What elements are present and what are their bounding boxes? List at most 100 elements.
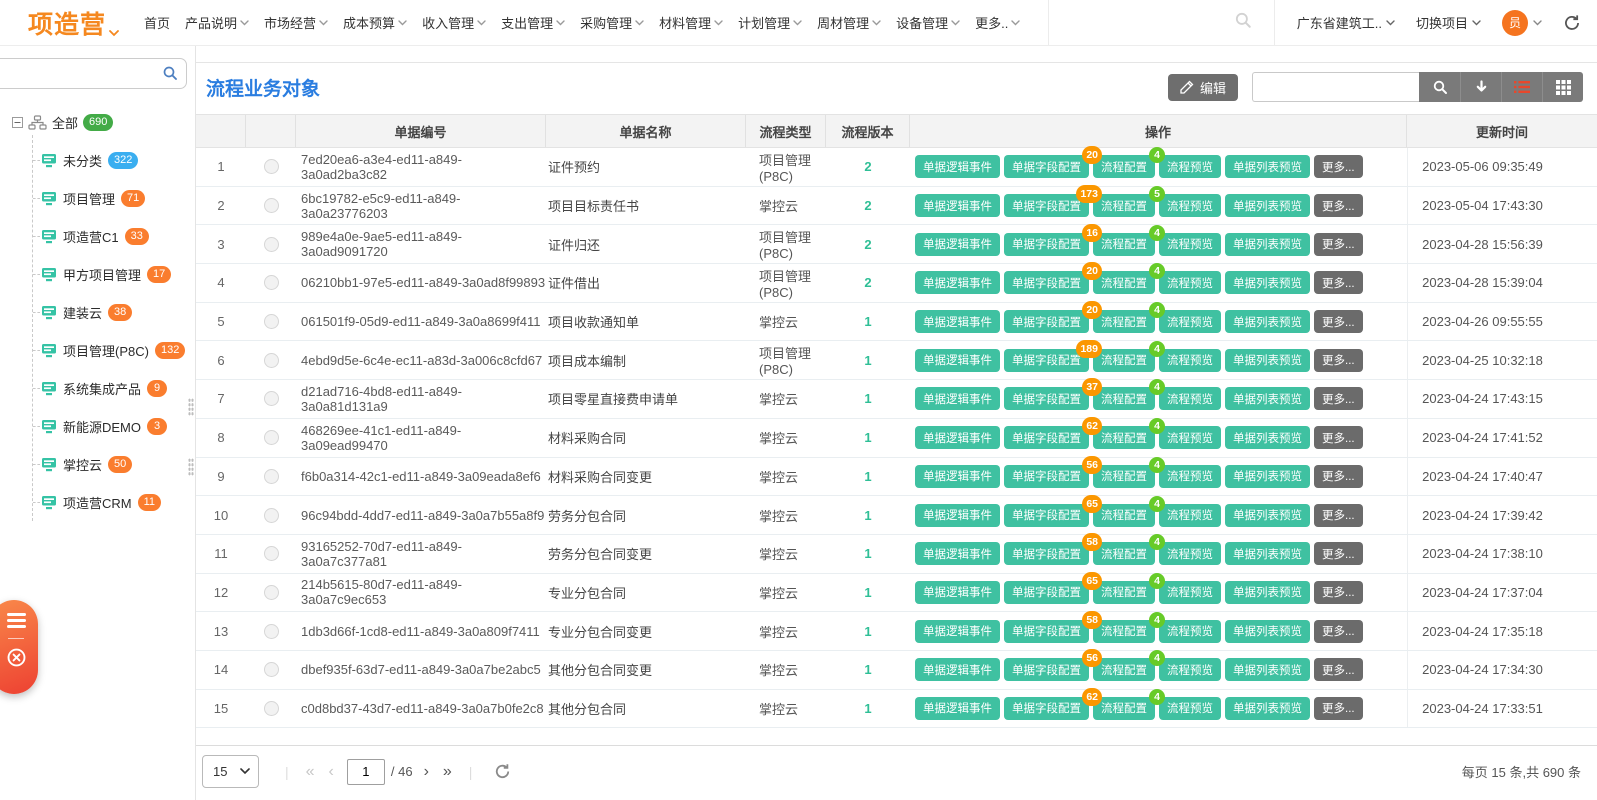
flow-config-button[interactable]: 流程配置 4: [1093, 418, 1165, 450]
user-menu[interactable]: 员: [1502, 9, 1542, 36]
row-select-radio[interactable]: [263, 700, 279, 716]
logic-event-button[interactable]: 单据逻辑事件: [915, 387, 1000, 411]
field-config-button[interactable]: 单据字段配置 56: [1004, 649, 1102, 682]
row-select-radio[interactable]: [263, 352, 279, 368]
menu-item[interactable]: 市场经营: [262, 9, 330, 36]
flow-config-button[interactable]: 流程配置 5: [1093, 186, 1165, 218]
edit-button[interactable]: 编辑: [1167, 73, 1238, 101]
field-config-button[interactable]: 单据字段配置 20: [1004, 301, 1102, 334]
refresh-icon[interactable]: [494, 763, 511, 780]
logic-event-button[interactable]: 单据逻辑事件: [915, 426, 1000, 450]
more-button[interactable]: 更多...: [1314, 232, 1363, 256]
logic-event-button[interactable]: 单据逻辑事件: [915, 155, 1000, 179]
menu-item[interactable]: 周材管理: [815, 9, 883, 36]
field-config-button[interactable]: 单据字段配置 37: [1004, 378, 1102, 411]
page-size-select[interactable]: 15: [202, 755, 259, 788]
field-config-button[interactable]: 单据字段配置 58: [1004, 533, 1102, 566]
menu-hamburger-icon[interactable]: [6, 613, 26, 631]
avatar[interactable]: 员: [1502, 9, 1528, 36]
search-icon[interactable]: [162, 65, 178, 86]
flow-config-button[interactable]: 流程配置 4: [1093, 147, 1165, 179]
logic-event-button[interactable]: 单据逻辑事件: [915, 232, 1000, 256]
row-select-radio[interactable]: [263, 236, 279, 252]
flow-preview-button[interactable]: 流程预览: [1159, 464, 1221, 488]
flow-config-button[interactable]: 流程配置 4: [1093, 572, 1165, 604]
list-preview-button[interactable]: 单据列表预览: [1225, 348, 1310, 372]
next-page-button[interactable]: ›: [417, 763, 436, 781]
sidebar-resize-grip[interactable]: [188, 398, 194, 416]
logic-event-button[interactable]: 单据逻辑事件: [915, 542, 1000, 566]
row-select-radio[interactable]: [263, 584, 279, 600]
download-button[interactable]: [1460, 72, 1501, 102]
tree-node-category[interactable]: 建装云 38: [33, 293, 195, 331]
current-page-input[interactable]: [346, 758, 385, 785]
field-config-button[interactable]: 单据字段配置 173: [1004, 185, 1102, 218]
more-button[interactable]: 更多...: [1314, 194, 1363, 218]
tree-expander-icon[interactable]: [12, 116, 23, 128]
field-config-button[interactable]: 单据字段配置 16: [1004, 223, 1102, 256]
prev-page-button[interactable]: ‹: [322, 763, 341, 781]
logic-event-button[interactable]: 单据逻辑事件: [915, 619, 1000, 643]
list-view-button[interactable]: [1501, 72, 1542, 102]
logic-event-button[interactable]: 单据逻辑事件: [915, 348, 1000, 372]
tree-node-category[interactable]: 甲方项目管理 17: [33, 255, 195, 293]
more-button[interactable]: 更多...: [1314, 348, 1363, 372]
flow-config-button[interactable]: 流程配置 4: [1093, 263, 1165, 295]
flow-config-button[interactable]: 流程配置 4: [1093, 688, 1165, 720]
flow-preview-button[interactable]: 流程预览: [1159, 426, 1221, 450]
logic-event-button[interactable]: 单据逻辑事件: [915, 310, 1000, 334]
list-preview-button[interactable]: 单据列表预览: [1225, 194, 1310, 218]
row-select-radio[interactable]: [263, 314, 279, 330]
flow-preview-button[interactable]: 流程预览: [1159, 155, 1221, 179]
flow-config-button[interactable]: 流程配置 4: [1093, 379, 1165, 411]
grid-view-button[interactable]: [1542, 72, 1583, 102]
more-button[interactable]: 更多...: [1314, 387, 1363, 411]
search-icon[interactable]: [1234, 11, 1252, 34]
table-search-input[interactable]: [1252, 72, 1419, 102]
flow-preview-button[interactable]: 流程预览: [1159, 271, 1221, 295]
field-config-button[interactable]: 单据字段配置 189: [1004, 339, 1102, 372]
menu-item[interactable]: 材料管理: [657, 9, 725, 36]
logic-event-button[interactable]: 单据逻辑事件: [915, 194, 1000, 218]
menu-item[interactable]: 产品说明: [183, 9, 251, 36]
more-button[interactable]: 更多...: [1314, 271, 1363, 295]
list-preview-button[interactable]: 单据列表预览: [1225, 426, 1310, 450]
row-select-radio[interactable]: [263, 275, 279, 291]
more-button[interactable]: 更多...: [1314, 503, 1363, 527]
search-button[interactable]: [1419, 72, 1460, 102]
row-select-radio[interactable]: [263, 623, 279, 639]
flow-preview-button[interactable]: 流程预览: [1159, 580, 1221, 604]
menu-item[interactable]: 更多..: [973, 9, 1022, 36]
menu-item[interactable]: 支出管理: [499, 9, 567, 36]
tree-node-category[interactable]: 项造营C1 33: [33, 217, 195, 255]
more-button[interactable]: 更多...: [1314, 619, 1363, 643]
row-select-radio[interactable]: [263, 391, 279, 407]
list-preview-button[interactable]: 单据列表预览: [1225, 232, 1310, 256]
menu-item[interactable]: 采购管理: [578, 9, 646, 36]
field-config-button[interactable]: 单据字段配置 20: [1004, 146, 1102, 179]
tree-node-category[interactable]: 未分类 322: [33, 141, 195, 179]
tree-node-category[interactable]: 新能源DEMO 3: [33, 407, 195, 445]
field-config-button[interactable]: 单据字段配置 20: [1004, 262, 1102, 295]
last-page-button[interactable]: »: [436, 763, 459, 781]
tree-node-all[interactable]: 全部 690: [12, 109, 195, 135]
list-preview-button[interactable]: 单据列表预览: [1225, 619, 1310, 643]
field-config-button[interactable]: 单据字段配置 62: [1004, 687, 1102, 720]
field-config-button[interactable]: 单据字段配置 65: [1004, 571, 1102, 604]
flow-config-button[interactable]: 流程配置 4: [1093, 456, 1165, 488]
flow-preview-button[interactable]: 流程预览: [1159, 387, 1221, 411]
list-preview-button[interactable]: 单据列表预览: [1225, 658, 1310, 682]
list-preview-button[interactable]: 单据列表预览: [1225, 503, 1310, 527]
list-preview-button[interactable]: 单据列表预览: [1225, 310, 1310, 334]
menu-item[interactable]: 设备管理: [894, 9, 962, 36]
list-preview-button[interactable]: 单据列表预览: [1225, 542, 1310, 566]
menu-item[interactable]: 收入管理: [420, 9, 488, 36]
flow-config-button[interactable]: 流程配置 4: [1093, 495, 1165, 527]
row-select-radio[interactable]: [263, 468, 279, 484]
more-button[interactable]: 更多...: [1314, 310, 1363, 334]
more-button[interactable]: 更多...: [1314, 696, 1363, 720]
row-select-radio[interactable]: [263, 430, 279, 446]
flow-preview-button[interactable]: 流程预览: [1159, 232, 1221, 256]
field-config-button[interactable]: 单据字段配置 62: [1004, 417, 1102, 450]
row-select-radio[interactable]: [263, 662, 279, 678]
